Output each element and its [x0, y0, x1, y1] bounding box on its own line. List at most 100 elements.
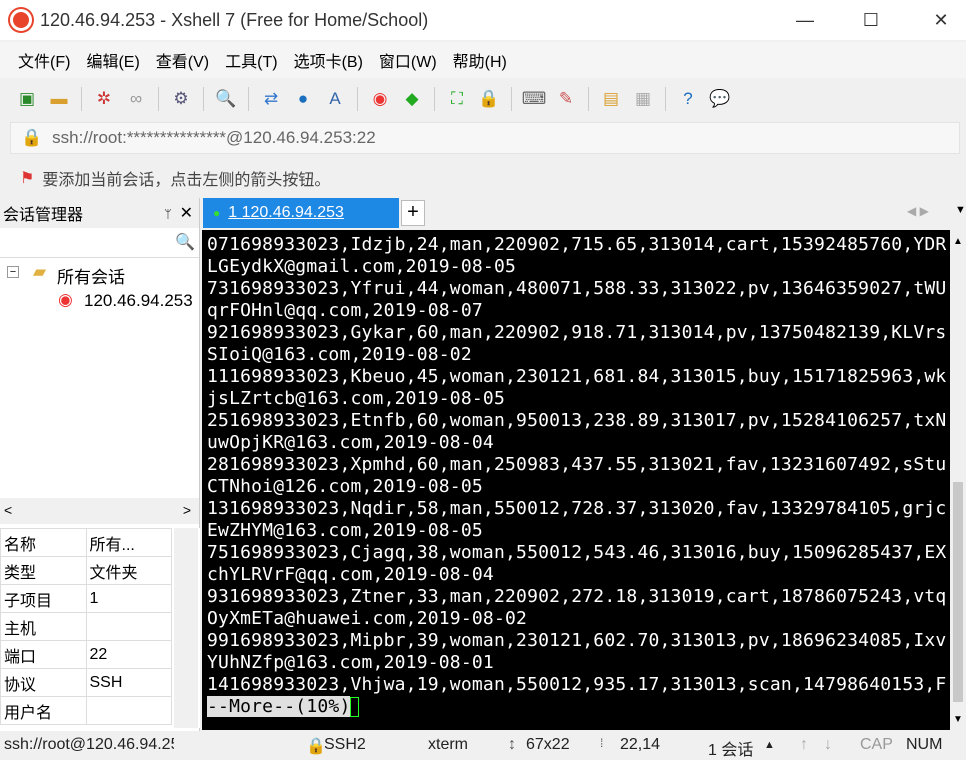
status-bar: ssh://root@120.46.94.253:22 🔒 SSH2 xterm…	[0, 733, 966, 760]
more-prompt: --More--(10%)	[207, 696, 351, 717]
new-session-icon[interactable]: ▣	[14, 86, 40, 112]
menu-help[interactable]: 帮助(H)	[453, 48, 507, 72]
add-folder-icon[interactable]: ▤	[598, 86, 624, 112]
resize-icon: ↕	[508, 736, 516, 753]
terminal-line: OyXmETa@huawei.com,2019-08-02	[207, 608, 528, 629]
lock-icon: 🔒	[21, 128, 43, 147]
folder-icon: ▰	[33, 262, 47, 281]
property-row: 子项目 1	[0, 584, 172, 613]
tab-scroll-left-icon[interactable]: ◀ ▶	[907, 204, 929, 218]
address-text: ssh://root:***************@120.46.94.253…	[52, 128, 376, 147]
pin-icon[interactable]: ᛘ	[164, 207, 171, 221]
properties-icon[interactable]: ⚙	[168, 86, 194, 112]
property-row: 主机	[0, 612, 172, 641]
terminal[interactable]: 071698933023,Idzjb,24,man,220902,715.65,…	[202, 230, 950, 730]
menu-tabs[interactable]: 选项卡(B)	[294, 48, 363, 72]
tab-list-icon[interactable]: ▼	[955, 204, 966, 216]
connected-dot-icon: ●	[213, 206, 221, 220]
terminal-line: EwZHYM@163.com,2019-08-05	[207, 520, 483, 541]
open-folder-icon[interactable]: ▬	[46, 86, 72, 112]
chat-icon[interactable]: 💬	[707, 86, 733, 112]
status-caps: CAP	[860, 736, 893, 753]
terminal-line: YUhNZfp@163.com,2019-08-01	[207, 652, 494, 673]
maximize-button[interactable]: ☐	[848, 0, 894, 40]
menu-tools[interactable]: 工具(T)	[225, 48, 277, 72]
property-row: 用户名	[0, 696, 172, 725]
collapse-toggle[interactable]: −	[7, 266, 19, 278]
terminal-line: qrFOHnl@qq.com,2019-08-07	[207, 300, 483, 321]
terminal-line: 921698933023,Gykar,60,man,220902,918.71,…	[207, 322, 947, 343]
status-terminal-type: xterm	[428, 736, 468, 753]
scroll-down-icon[interactable]: ▼	[953, 714, 963, 725]
menu-view[interactable]: 查看(V)	[156, 48, 209, 72]
tab-session-1[interactable]: ● 1 120.46.94.253	[203, 198, 399, 228]
terminal-line: 071698933023,Idzjb,24,man,220902,715.65,…	[207, 234, 947, 255]
status-protocol: SSH2	[324, 736, 366, 753]
session-icon: ◉	[58, 290, 73, 309]
properties-scrollbar[interactable]	[174, 528, 198, 728]
scrollbar-thumb[interactable]	[953, 482, 963, 702]
terminal-line: jsLZrtcb@163.com,2019-08-05	[207, 388, 505, 409]
menu-bar: 文件(F) 编辑(E) 查看(V) 工具(T) 选项卡(B) 窗口(W) 帮助(…	[0, 42, 966, 78]
xshell-icon[interactable]: ◉	[367, 86, 393, 112]
scroll-up-icon[interactable]: ▲	[953, 236, 963, 247]
status-num: NUM	[906, 736, 943, 753]
horizontal-scrollbar[interactable]: < >	[0, 498, 199, 524]
terminal-line: LGEydkX@gmail.com,2019-08-05	[207, 256, 517, 277]
property-row: 端口 22	[0, 640, 172, 669]
tab-label: 1 120.46.94.253	[228, 204, 344, 221]
menu-window[interactable]: 窗口(W)	[379, 48, 437, 72]
property-row: 类型 文件夹	[0, 556, 172, 585]
terminal-line: uwOpjKR@163.com,2019-08-04	[207, 432, 494, 453]
terminal-line: 111698933023,Kbeuo,45,woman,230121,681.8…	[207, 366, 947, 387]
menu-file[interactable]: 文件(F)	[18, 48, 70, 72]
terminal-line: SIoiQ@163.com,2019-08-02	[207, 344, 472, 365]
session-search-input[interactable]: 🔍	[0, 228, 199, 258]
hint-bar: ⚑ 要添加当前会话，点击左侧的箭头按钮。	[0, 160, 966, 196]
terminal-line: 931698933023,Ztner,33,man,220902,272.18,…	[207, 586, 947, 607]
bookmark-arrow-icon[interactable]: ⚑	[20, 168, 34, 188]
find-icon[interactable]: 🔍	[213, 86, 239, 112]
sessions-up-icon[interactable]: ▲	[764, 739, 775, 751]
status-connection: ssh://root@120.46.94.253:22	[4, 736, 174, 753]
terminal-line: 141698933023,Vhjwa,19,woman,550012,935.1…	[207, 674, 947, 695]
terminal-line: CTNhoi@126.com,2019-08-05	[207, 476, 483, 497]
xftp-icon[interactable]: ◆	[399, 86, 425, 112]
properties-panel: 名称 所有... 类型 文件夹 子项目 1 主机 端口 22 协议 SSH 用户名	[0, 528, 200, 728]
reconnect-icon[interactable]: ✲	[91, 86, 117, 112]
arrow-down-icon: ↓	[824, 736, 832, 753]
layout-icon[interactable]: ▦	[630, 86, 656, 112]
close-button[interactable]: ✕	[918, 0, 964, 40]
tree-item-all-sessions[interactable]: 所有会话	[57, 263, 125, 288]
highlight-icon[interactable]: ✎	[553, 86, 579, 112]
hint-text: 要添加当前会话，点击左侧的箭头按钮。	[42, 172, 331, 189]
search-icon: 🔍	[175, 234, 195, 251]
xshell-logo-icon	[10, 9, 32, 31]
tree-item-session[interactable]: 120.46.94.253	[84, 291, 198, 311]
minimize-button[interactable]: —	[782, 0, 828, 40]
fullscreen-icon[interactable]: ⛶	[444, 86, 470, 112]
toolbar: ▣ ▬ ✲ ∞ ⚙ 🔍 ⇄ ● A ◉ ◆ ⛶ 🔒 ⌨ ✎ ▤ ▦ ? 💬	[0, 80, 966, 118]
panel-close-icon[interactable]: ✕	[180, 205, 193, 222]
cursor-pos-icon: ⁞	[600, 736, 604, 750]
transfer-icon[interactable]: ⇄	[258, 86, 284, 112]
disconnect-icon[interactable]: ∞	[123, 86, 149, 112]
font-icon[interactable]: A	[322, 86, 348, 112]
address-bar[interactable]: 🔒 ssh://root:***************@120.46.94.2…	[10, 122, 960, 154]
globe-icon[interactable]: ●	[290, 86, 316, 112]
tab-bar: ● 1 120.46.94.253 + ◀ ▶ ▼	[201, 198, 966, 228]
terminal-line: 281698933023,Xpmhd,60,man,250983,437.55,…	[207, 454, 947, 475]
lock-icon[interactable]: 🔒	[476, 86, 502, 112]
terminal-scrollbar[interactable]: ▲ ▼	[950, 230, 966, 730]
new-tab-button[interactable]: +	[401, 200, 425, 226]
keyboard-icon[interactable]: ⌨	[521, 86, 547, 112]
terminal-line: chYLRVrF@qq.com,2019-08-04	[207, 564, 494, 585]
help-icon[interactable]: ?	[675, 86, 701, 112]
title-bar: 120.46.94.253 - Xshell 7 (Free for Home/…	[0, 0, 966, 40]
status-size: 67x22	[526, 736, 570, 753]
status-sessions[interactable]: 1 会话	[708, 736, 753, 760]
lock-icon: 🔒	[306, 738, 326, 755]
terminal-line: 731698933023,Yfrui,44,woman,480071,588.3…	[207, 278, 947, 299]
terminal-line: 751698933023,Cjagq,38,woman,550012,543.4…	[207, 542, 947, 563]
menu-edit[interactable]: 编辑(E)	[86, 48, 139, 72]
